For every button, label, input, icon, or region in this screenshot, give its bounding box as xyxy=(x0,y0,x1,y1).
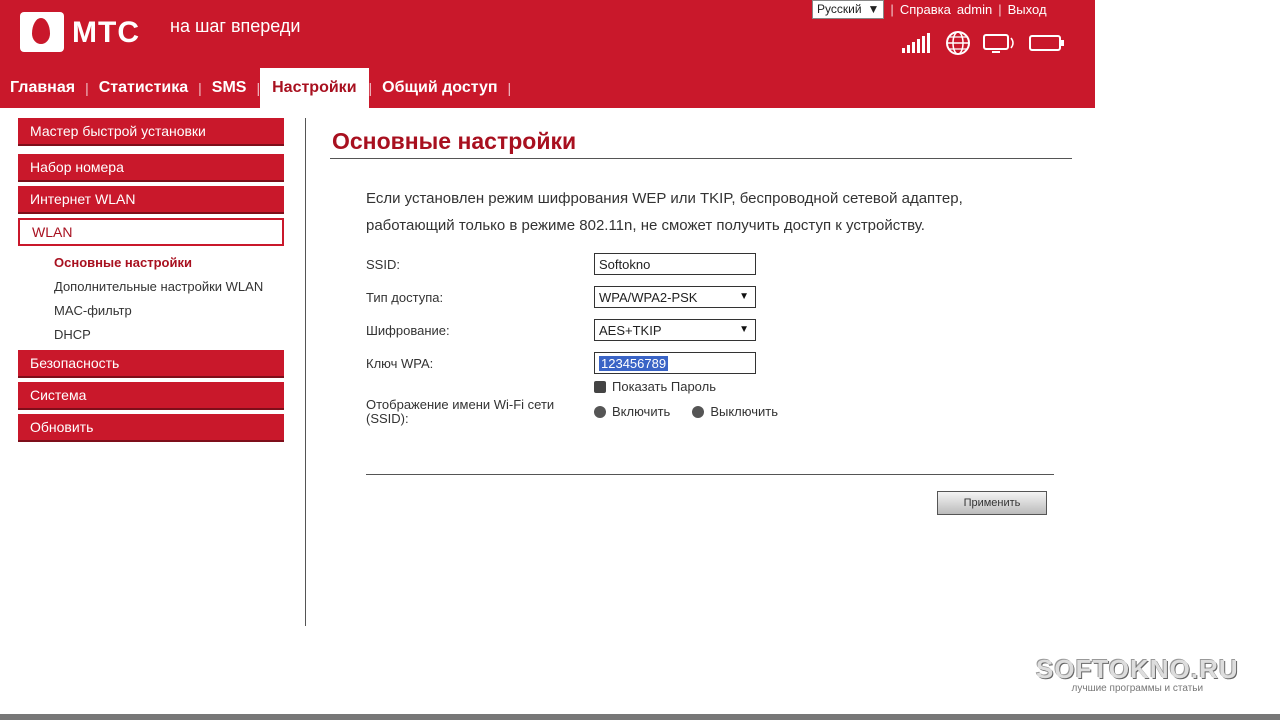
sidebar-subitem-basic-settings[interactable]: Основные настройки xyxy=(18,250,284,274)
main-tabs: Главная | Статистика | SMS | Настройки |… xyxy=(0,68,511,108)
signal-icon xyxy=(900,30,934,56)
tab-separator: | xyxy=(507,80,512,96)
brand-slogan: на шаг впереди xyxy=(170,16,301,36)
tab-settings[interactable]: Настройки xyxy=(260,68,369,108)
access-type-value: WPA/WPA2-PSK xyxy=(599,289,698,305)
wpa-key-input[interactable]: 123456789 xyxy=(594,352,756,374)
language-select[interactable]: Русский ▼ xyxy=(812,0,885,19)
bottom-bar xyxy=(0,714,1280,720)
show-password-checkbox[interactable] xyxy=(594,380,606,393)
sidebar-item-dialing[interactable]: Набор номера xyxy=(18,154,284,182)
watermark: SOFTOKNO.RU лучшие программы и статьи xyxy=(1036,654,1239,694)
sidebar-item-update[interactable]: Обновить xyxy=(18,414,284,442)
show-password-row: Показать Пароль xyxy=(594,379,716,394)
top-header: МТС на шаг впереди Русский ▼ | Справка a… xyxy=(0,0,1095,108)
chevron-down-icon: ▼ xyxy=(867,2,880,16)
brand-name: МТС xyxy=(72,16,140,49)
encryption-select[interactable]: AES+TKIP ▼ xyxy=(594,319,756,341)
tab-sms[interactable]: SMS xyxy=(202,68,257,108)
info-line: Если установлен режим шифрования WEP или… xyxy=(366,190,963,207)
language-value: Русский xyxy=(817,2,862,16)
sidebar-item-internet-wlan[interactable]: Интернет WLAN xyxy=(18,186,284,214)
egg-logo-icon xyxy=(32,18,50,44)
sidebar-item-system[interactable]: Система xyxy=(18,382,284,410)
ssid-broadcast-label: Отображение имени Wi-Fi сети (SSID): xyxy=(366,397,555,426)
divider xyxy=(305,118,306,626)
sidebar-subitem-dhcp[interactable]: DHCP xyxy=(18,322,284,346)
info-text: Если установлен режим шифрования WEP или… xyxy=(366,185,1056,239)
broadcast-off-label: Выключить xyxy=(710,404,778,419)
apply-button[interactable]: Применить xyxy=(937,491,1047,515)
encryption-value: AES+TKIP xyxy=(599,322,662,338)
ssid-input[interactable]: Softokno xyxy=(594,253,756,275)
chevron-down-icon: ▼ xyxy=(739,324,749,335)
separator: | xyxy=(998,1,1002,17)
page-title: Основные настройки xyxy=(332,128,577,154)
battery-icon xyxy=(1028,30,1066,56)
encryption-label: Шифрование: xyxy=(366,323,450,338)
broadcast-off-radio[interactable] xyxy=(692,405,705,418)
wpa-key-label: Ключ WPA: xyxy=(366,356,434,371)
ssid-broadcast-radios: Включить Выключить xyxy=(594,404,778,419)
ssid-label: SSID: xyxy=(366,257,400,272)
status-icons xyxy=(900,30,1066,56)
broadcast-on-label: Включить xyxy=(612,404,671,419)
sidebar-item-security[interactable]: Безопасность xyxy=(18,350,284,378)
access-type-select[interactable]: WPA/WPA2-PSK ▼ xyxy=(594,286,756,308)
separator: | xyxy=(890,1,894,17)
sidebar: Мастер быстрой установки Набор номера Ин… xyxy=(18,118,284,446)
wpa-key-value: 123456789 xyxy=(599,355,669,371)
help-link[interactable]: Справка xyxy=(900,2,951,17)
user-link[interactable]: admin xyxy=(957,2,992,17)
title-divider xyxy=(330,158,1072,159)
tab-sharing[interactable]: Общий доступ xyxy=(372,68,507,108)
info-line: работающий только в режиме 802.11n, не с… xyxy=(366,217,925,234)
form-divider xyxy=(366,474,1054,475)
tab-statistics[interactable]: Статистика xyxy=(89,68,198,108)
top-links: Русский ▼ | Справка admin | Выход xyxy=(812,0,1047,19)
sidebar-subitem-mac-filter[interactable]: MAC-фильтр xyxy=(18,298,284,322)
connection-icon xyxy=(982,30,1018,56)
access-type-label: Тип доступа: xyxy=(366,290,444,305)
sidebar-item-quick-setup[interactable]: Мастер быстрой установки xyxy=(18,118,284,146)
sidebar-item-wlan[interactable]: WLAN xyxy=(18,218,284,246)
broadcast-on-radio[interactable] xyxy=(594,405,606,418)
chevron-down-icon: ▼ xyxy=(739,291,749,302)
globe-icon xyxy=(944,30,972,56)
mts-logo xyxy=(20,12,64,52)
tab-home[interactable]: Главная xyxy=(0,68,85,108)
logout-link[interactable]: Выход xyxy=(1008,2,1047,17)
sidebar-subitem-advanced-wlan[interactable]: Дополнительные настройки WLAN xyxy=(18,274,284,298)
ssid-value: Softokno xyxy=(599,256,651,272)
show-password-label: Показать Пароль xyxy=(612,379,716,394)
watermark-main: SOFTOKNO.RU xyxy=(1036,654,1239,684)
